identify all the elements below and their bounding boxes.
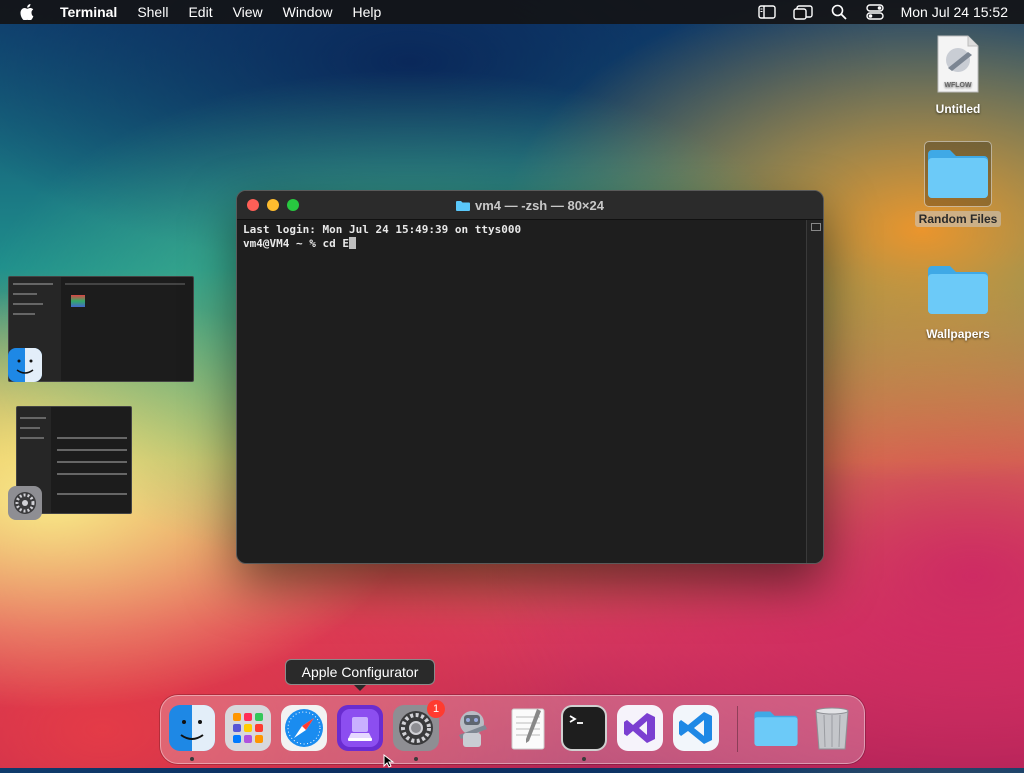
menu-app-name[interactable]: Terminal — [50, 0, 127, 24]
finder-icon — [169, 705, 215, 751]
dock-item-system-settings[interactable]: 1 — [393, 700, 445, 751]
desktop-item-label: Untitled — [935, 102, 981, 116]
dock-item-textedit[interactable] — [505, 705, 551, 751]
dock-item-downloads-folder[interactable] — [753, 705, 799, 751]
mouse-pointer-icon — [383, 753, 395, 773]
sidebar-icon[interactable] — [755, 3, 779, 21]
textedit-icon — [511, 708, 545, 750]
menu-help[interactable]: Help — [342, 0, 391, 24]
desktop-item-wallpapers[interactable]: Wallpapers — [908, 262, 1008, 342]
stage-manager-system-settings[interactable] — [8, 406, 132, 520]
control-center-icon[interactable] — [863, 3, 887, 21]
visual-studio-icon — [617, 705, 663, 751]
folder-icon — [926, 262, 990, 322]
dock-item-safari[interactable] — [281, 705, 327, 751]
workflow-document-icon: WFLOW — [926, 34, 990, 96]
folder-icon — [924, 141, 992, 207]
running-indicator — [190, 757, 194, 761]
terminal-line: vm4@VM4 ~ % cd E — [243, 237, 349, 250]
dock-item-apple-configurator[interactable] — [337, 705, 383, 751]
menu-view[interactable]: View — [223, 0, 273, 24]
dock-tooltip: Apple Configurator — [285, 659, 435, 691]
menu-edit[interactable]: Edit — [178, 0, 222, 24]
dock: 1 — [160, 695, 865, 764]
dock-item-launchpad[interactable] — [225, 705, 271, 751]
finder-icon — [8, 348, 42, 382]
vscode-icon — [673, 705, 719, 751]
automator-icon — [459, 711, 487, 747]
desktop-item-label: Random Files — [914, 211, 1002, 227]
terminal-prompt-line: vm4@VM4 ~ % cd E — [243, 237, 801, 251]
dock-item-finder[interactable] — [169, 705, 215, 751]
menu-shell[interactable]: Shell — [127, 0, 178, 24]
terminal-line: Last login: Mon Jul 24 15:49:39 on ttys0… — [243, 223, 522, 236]
folder-icon — [456, 200, 470, 211]
menu-bar: Terminal Shell Edit View Window Help Mon… — [0, 0, 1024, 24]
system-settings-icon — [8, 486, 42, 520]
minimize-button[interactable] — [267, 199, 279, 211]
safari-icon — [281, 705, 327, 751]
dock-item-trash[interactable] — [809, 705, 855, 751]
terminal-window[interactable]: vm4 — -zsh — 80×24 Last login: Mon Jul 2… — [236, 190, 824, 564]
document-type-label: WFLOW — [944, 82, 972, 89]
close-button[interactable] — [247, 199, 259, 211]
trash-icon — [815, 707, 849, 750]
window-title: vm4 — -zsh — 80×24 — [475, 197, 604, 213]
terminal-output[interactable]: Last login: Mon Jul 24 15:49:39 on ttys0… — [237, 220, 807, 563]
scrollbar[interactable] — [806, 220, 823, 563]
dock-item-automator[interactable] — [449, 705, 495, 751]
search-icon[interactable] — [827, 3, 851, 21]
apple-configurator-icon — [337, 705, 383, 751]
menu-window[interactable]: Window — [273, 0, 343, 24]
menu-clock[interactable]: Mon Jul 24 15:52 — [901, 4, 1008, 20]
desktop-item-random-files[interactable]: Random Files — [908, 141, 1008, 227]
desktop-item-label: Wallpapers — [926, 327, 990, 341]
dock-item-visual-studio[interactable] — [617, 705, 663, 751]
apple-menu-icon[interactable] — [16, 1, 38, 23]
notification-badge: 1 — [427, 700, 445, 718]
running-indicator — [414, 757, 418, 761]
terminal-titlebar[interactable]: vm4 — -zsh — 80×24 — [237, 191, 823, 220]
stage-manager-icon[interactable] — [791, 3, 815, 21]
desktop-item-untitled[interactable]: WFLOW Untitled — [908, 34, 1008, 117]
text-cursor — [348, 237, 356, 249]
dock-item-vscode[interactable] — [673, 705, 719, 751]
zoom-button[interactable] — [287, 199, 299, 211]
terminal-icon — [561, 705, 607, 751]
dock-separator — [737, 706, 738, 752]
stage-manager-finder[interactable] — [8, 276, 194, 384]
folder-icon — [754, 711, 798, 746]
dock-item-terminal[interactable] — [561, 705, 607, 751]
launchpad-icon — [225, 705, 271, 751]
running-indicator — [582, 757, 586, 761]
